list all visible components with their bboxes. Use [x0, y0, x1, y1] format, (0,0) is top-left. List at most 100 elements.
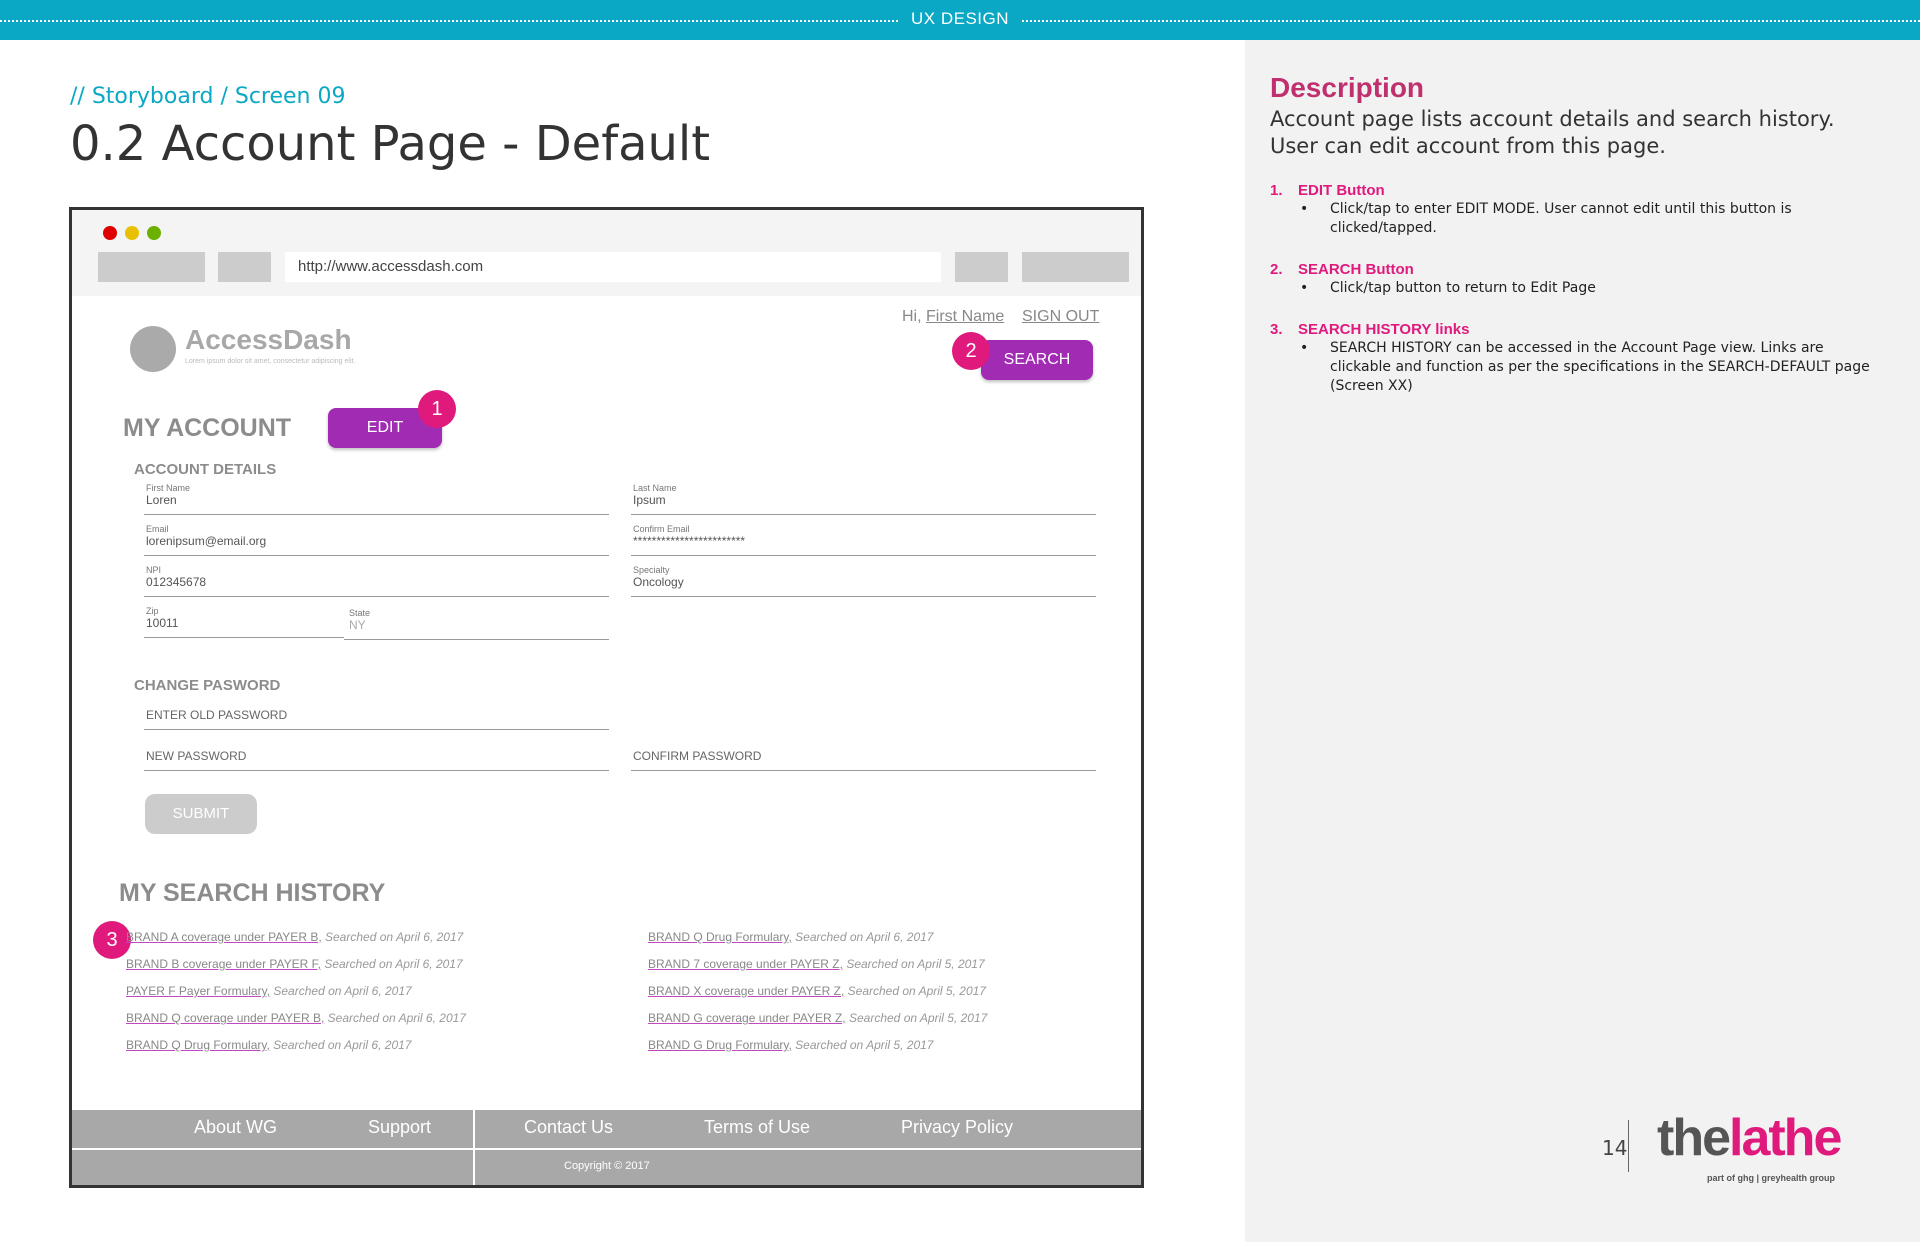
description-panel: Description Account page lists account d…	[1245, 40, 1920, 1242]
history-item: PAYER F Payer Formulary, Searched on Apr…	[126, 984, 412, 998]
note-heading: SEARCH Button	[1298, 261, 1414, 278]
history-item: BRAND 7 coverage under PAYER Z, Searched…	[648, 957, 985, 971]
note-heading: SEARCH HISTORY links	[1298, 321, 1470, 338]
footer-link-about[interactable]: About WG	[194, 1117, 277, 1138]
history-link[interactable]: BRAND A coverage under PAYER B,	[126, 930, 322, 944]
input-placeholder: CONFIRM PASSWORD	[633, 749, 762, 763]
history-link[interactable]: BRAND 7 coverage under PAYER Z,	[648, 957, 843, 971]
new-password-input[interactable]: NEW PASSWORD	[144, 741, 609, 771]
submit-button[interactable]: SUBMIT	[145, 794, 257, 834]
browser-back-button[interactable]	[98, 252, 205, 282]
note-title: 3. SEARCH HISTORY links	[1270, 320, 1870, 339]
note-text: Click/tap to enter EDIT MODE. User canno…	[1330, 201, 1792, 236]
note-item: 2. SEARCH Button • Click/tap button to re…	[1270, 260, 1870, 298]
history-date: Searched on April 6, 2017	[795, 930, 934, 944]
top-banner: UX DESIGN	[0, 0, 1920, 40]
history-link[interactable]: BRAND X coverage under PAYER Z,	[648, 984, 844, 998]
history-link[interactable]: PAYER F Payer Formulary,	[126, 984, 270, 998]
user-first-name-link[interactable]: First Name	[926, 308, 1004, 325]
history-link[interactable]: BRAND G coverage under PAYER Z,	[648, 1011, 846, 1025]
history-item: BRAND Q Drug Formulary, Searched on Apri…	[648, 930, 933, 944]
note-item: 3. SEARCH HISTORY links • SEARCH HISTORY …	[1270, 320, 1870, 396]
sign-out-link[interactable]: SIGN OUT	[1022, 308, 1099, 326]
confirm-password-input[interactable]: CONFIRM PASSWORD	[631, 741, 1096, 771]
thelathe-logo: thelathe	[1657, 1109, 1842, 1167]
user-greeting: Hi, First Name	[902, 308, 1004, 326]
breadcrumb: // Storyboard / Screen 09	[70, 84, 346, 109]
note-number: 3.	[1270, 321, 1283, 338]
email-field[interactable]: Email lorenipsum@email.org	[144, 524, 609, 556]
old-password-input[interactable]: ENTER OLD PASSWORD	[144, 700, 609, 730]
browser-action-button[interactable]	[955, 252, 1008, 282]
note-title: 1. EDIT Button	[1270, 181, 1870, 200]
history-link[interactable]: BRAND B coverage under PAYER F,	[126, 957, 321, 971]
history-date: Searched on April 6, 2017	[324, 957, 463, 971]
window-minimize-dot[interactable]	[125, 226, 139, 240]
note-body: • SEARCH HISTORY can be accessed in the …	[1270, 339, 1870, 396]
footer-link-support[interactable]: Support	[368, 1117, 431, 1138]
history-item: BRAND G coverage under PAYER Z, Searched…	[648, 1011, 987, 1025]
state-field[interactable]: State NY	[344, 608, 609, 640]
page-divider	[1628, 1120, 1629, 1172]
history-link[interactable]: BRAND Q Drug Formulary,	[648, 930, 792, 944]
banner-dotted-line-left	[0, 20, 898, 22]
specialty-field[interactable]: Specialty Oncology	[631, 565, 1096, 597]
logo-subtitle: part of ghg | greyhealth group	[1707, 1173, 1836, 1183]
my-account-heading: MY ACCOUNT	[123, 414, 292, 442]
note-number: 1.	[1270, 182, 1283, 199]
note-heading: EDIT Button	[1298, 182, 1385, 199]
search-history-heading: MY SEARCH HISTORY	[119, 879, 386, 907]
confirm-email-field[interactable]: Confirm Email ************************	[631, 524, 1096, 556]
browser-chrome: http://www.accessdash.com	[72, 210, 1141, 296]
window-maximize-dot[interactable]	[147, 226, 161, 240]
history-date: Searched on April 5, 2017	[795, 1038, 934, 1052]
account-details-heading: ACCOUNT DETAILS	[134, 461, 277, 478]
greeting-text: Hi,	[902, 308, 922, 325]
footer-link-privacy[interactable]: Privacy Policy	[901, 1117, 1013, 1138]
history-link[interactable]: BRAND Q coverage under PAYER B,	[126, 1011, 324, 1025]
npi-field[interactable]: NPI 012345678	[144, 565, 609, 597]
logo-lathe: lathe	[1729, 1109, 1842, 1167]
history-item: BRAND G Drug Formulary, Searched on Apri…	[648, 1038, 933, 1052]
description-title: Description	[1270, 72, 1425, 103]
page-number: 14	[1602, 1136, 1628, 1160]
note-body: • Click/tap button to return to Edit Pag…	[1270, 279, 1870, 298]
banner-dotted-line-right	[1022, 20, 1920, 22]
field-value: 012345678	[146, 575, 207, 589]
window-close-dot[interactable]	[103, 226, 117, 240]
browser-forward-button[interactable]	[218, 252, 271, 282]
history-item: BRAND X coverage under PAYER Z, Searched…	[648, 984, 986, 998]
history-date: Searched on April 6, 2017	[327, 1011, 466, 1025]
field-value: Ipsum	[633, 493, 666, 507]
field-value: lorenipsum@email.org	[146, 534, 267, 548]
search-button[interactable]: SEARCH	[981, 340, 1093, 380]
field-value: ************************	[633, 534, 746, 548]
field-value: NY	[349, 618, 366, 632]
bullet-icon: •	[1300, 201, 1309, 217]
copyright: Copyright © 2017	[564, 1160, 650, 1172]
site-footer: About WG Support Contact Us Terms of Use…	[72, 1110, 1141, 1185]
history-item: BRAND A coverage under PAYER B, Searched…	[126, 930, 463, 944]
field-label: Zip	[146, 606, 159, 616]
zip-field[interactable]: Zip 10011	[144, 606, 344, 638]
history-link[interactable]: BRAND Q Drug Formulary,	[126, 1038, 270, 1052]
page-title: 0.2 Account Page - Default	[70, 116, 711, 172]
field-label: Specialty	[633, 565, 670, 575]
history-date: Searched on April 6, 2017	[273, 984, 412, 998]
address-bar[interactable]: http://www.accessdash.com	[285, 252, 941, 282]
first-name-field[interactable]: First Name Loren	[144, 483, 609, 515]
input-placeholder: NEW PASSWORD	[146, 749, 247, 763]
footer-link-contact[interactable]: Contact Us	[524, 1117, 613, 1138]
last-name-field[interactable]: Last Name Ipsum	[631, 483, 1096, 515]
browser-menu-button[interactable]	[1022, 252, 1129, 282]
history-link[interactable]: BRAND G Drug Formulary,	[648, 1038, 792, 1052]
field-label: Confirm Email	[633, 524, 690, 534]
field-label: First Name	[146, 483, 191, 493]
banner-label: UX DESIGN	[910, 9, 1010, 28]
browser-mockup: http://www.accessdash.com Hi, First Name…	[69, 207, 1144, 1188]
annotation-notes: 1. EDIT Button • Click/tap to enter EDIT …	[1270, 181, 1870, 418]
field-value: 10011	[146, 616, 179, 630]
annotation-badge-2: 2	[952, 332, 990, 370]
footer-link-terms[interactable]: Terms of Use	[704, 1117, 810, 1138]
footer-divider	[72, 1148, 1141, 1150]
